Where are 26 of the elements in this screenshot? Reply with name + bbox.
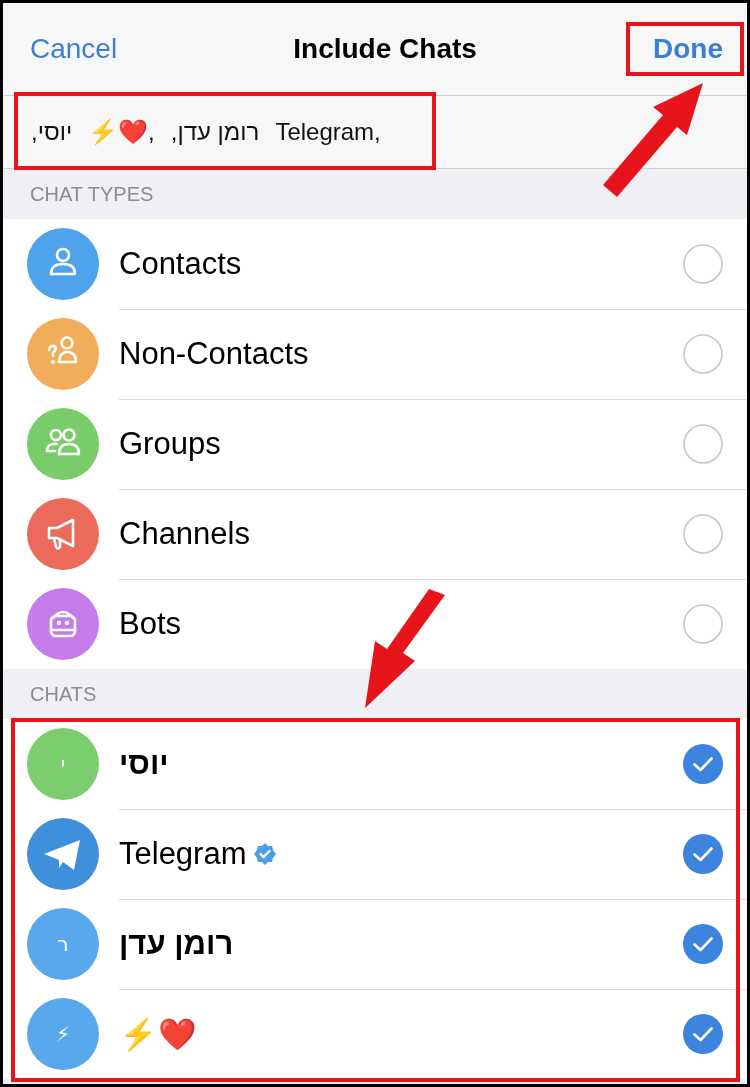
chat-name: ⚡❤ xyxy=(119,1015,197,1053)
chat-name: Channels xyxy=(119,515,250,552)
cancel-button[interactable]: Cancel xyxy=(30,33,118,65)
chat-name: יוסי xyxy=(119,745,169,782)
chat-name: Bots xyxy=(119,606,182,642)
avatar: ר xyxy=(27,908,99,980)
checked-checkbox[interactable] xyxy=(683,743,723,784)
chat-name: רומן עדן xyxy=(119,925,234,962)
checked-checkbox[interactable] xyxy=(683,923,723,964)
checkbox[interactable] xyxy=(683,513,723,554)
checkbox[interactable] xyxy=(683,423,723,464)
screen-title: Include Chats xyxy=(293,33,477,65)
avatar: י xyxy=(27,728,99,800)
checkbox[interactable] xyxy=(683,243,723,284)
chat-name: Groups xyxy=(119,425,221,462)
checked-checkbox[interactable] xyxy=(683,1014,723,1054)
section-header: CHATS xyxy=(30,682,97,706)
chat-name: Non-Contacts xyxy=(119,335,309,372)
avatar: ⚡ xyxy=(27,998,99,1070)
done-button[interactable]: Done xyxy=(653,33,723,65)
checked-checkbox[interactable] xyxy=(683,833,723,874)
checkbox[interactable] xyxy=(683,333,723,374)
chat-name: Telegram xyxy=(119,835,247,872)
chat-name: Contacts xyxy=(119,245,242,282)
checkbox[interactable] xyxy=(683,604,723,644)
section-header: CHAT TYPES xyxy=(30,182,154,206)
